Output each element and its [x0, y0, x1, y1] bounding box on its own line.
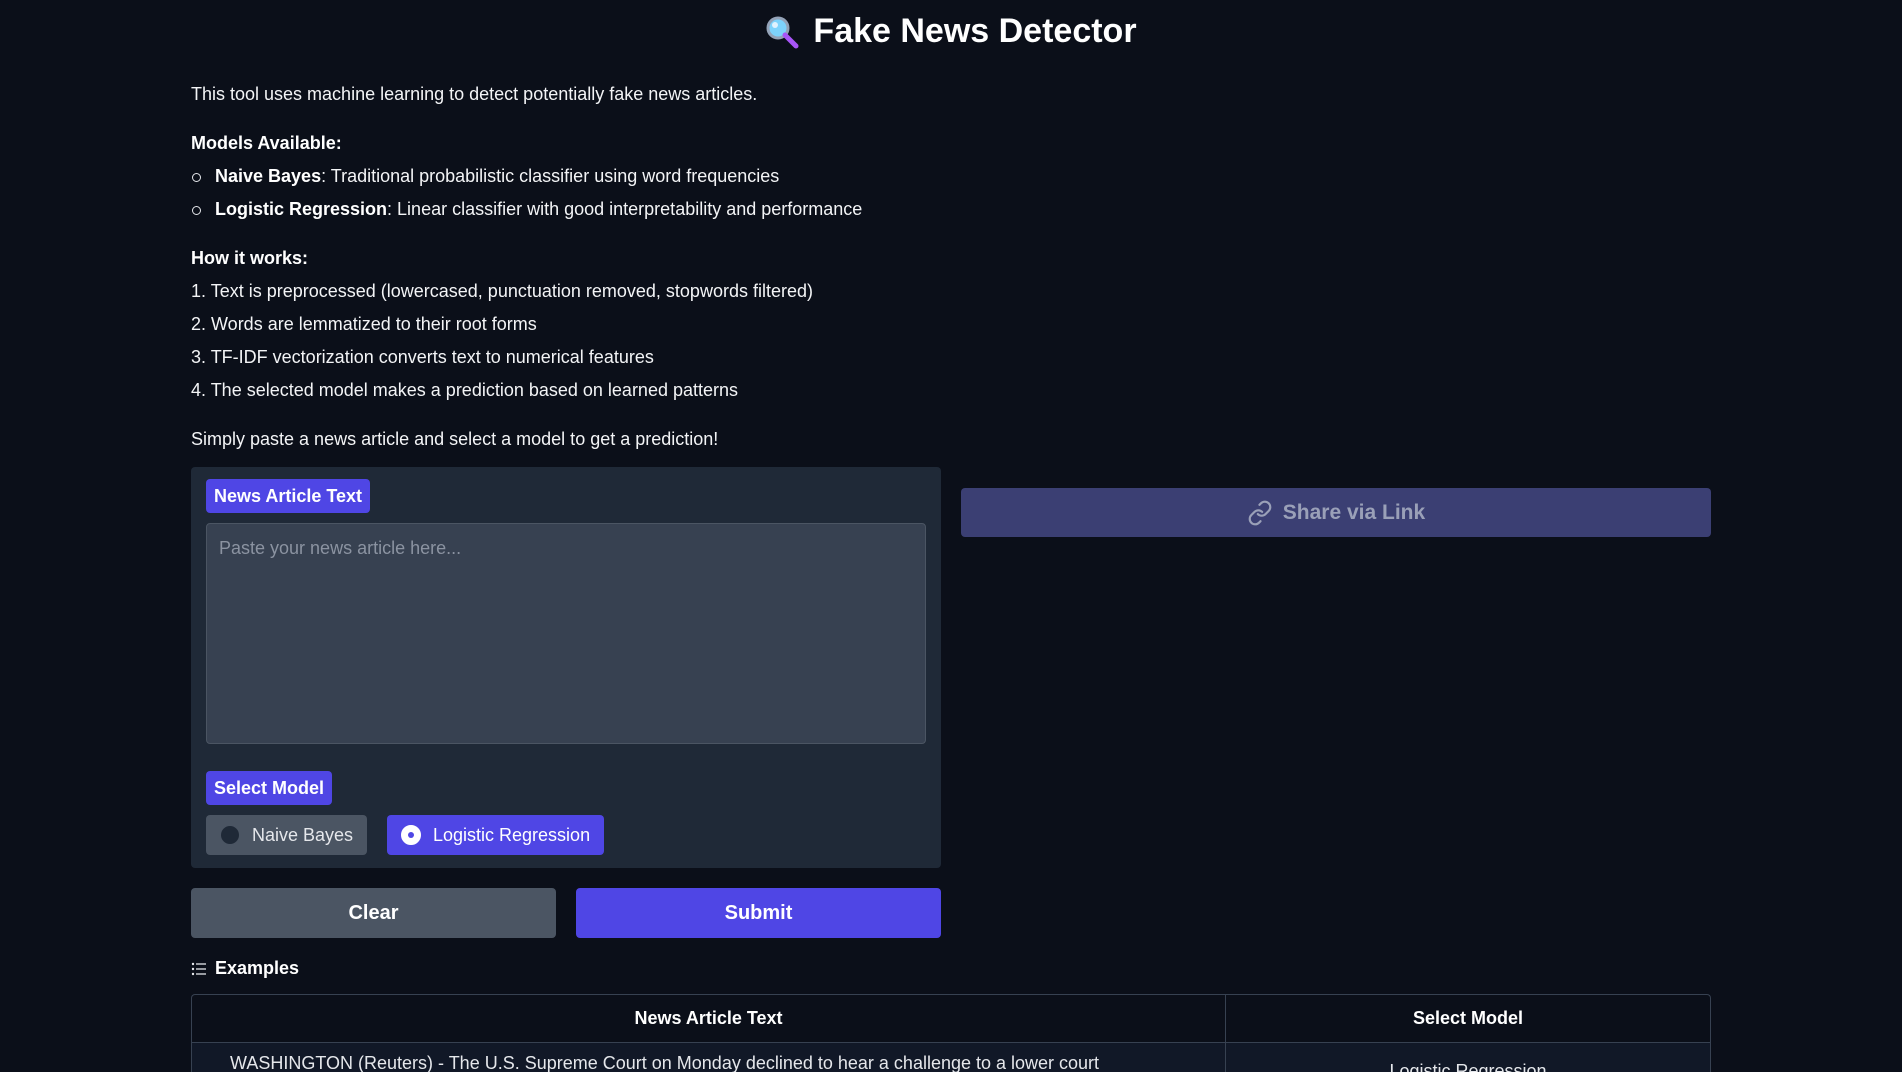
radio-dot [401, 825, 421, 845]
list-item: Logistic Regression: Linear classifier w… [191, 193, 1711, 226]
radio-label: Naive Bayes [252, 824, 354, 845]
intro-text: This tool uses machine learning to detec… [191, 84, 758, 104]
radio-logistic-regression[interactable]: Logistic Regression [387, 815, 605, 855]
radio-label: Logistic Regression [433, 824, 591, 845]
page-title: Fake News Detector [0, 12, 1902, 51]
share-button[interactable]: Share via Link [961, 488, 1711, 537]
radio-naive-bayes[interactable]: Naive Bayes [206, 815, 368, 855]
model-label: Select Model [206, 771, 333, 805]
table-row[interactable]: WASHINGTON (Reuters) - The U.S. Supreme … [192, 1043, 1710, 1072]
step-item: 2. Words are lemmatized to their root fo… [191, 314, 537, 334]
models-heading: Models Available: [191, 133, 342, 153]
examples-heading: Examples [191, 958, 299, 979]
examples-label: Examples [215, 958, 300, 978]
step-item: 1. Text is preprocessed (lowercased, pun… [191, 281, 813, 301]
step-item: 3. TF-IDF vectorization converts text to… [191, 347, 654, 367]
input-panel: News Article Text Select Model Naive Bay… [191, 467, 941, 868]
page-title-text: Fake News Detector [813, 12, 1137, 50]
list-icon [191, 962, 206, 975]
submit-button[interactable]: Submit [576, 888, 941, 938]
article-label: News Article Text [206, 479, 371, 513]
description: This tool uses machine learning to detec… [191, 78, 1711, 456]
article-textarea[interactable] [206, 523, 926, 744]
link-icon [1248, 500, 1272, 525]
step-item: 4. The selected model makes a prediction… [191, 380, 739, 400]
share-label: Share via Link [1282, 500, 1426, 524]
list-item: Naive Bayes: Traditional probabilistic c… [191, 160, 1711, 193]
radio-dot [220, 825, 240, 845]
how-heading: How it works: [191, 248, 309, 268]
clear-button[interactable]: Clear [191, 888, 556, 938]
column-header: Select Model [1412, 1008, 1524, 1028]
magnifying-glass-icon [766, 16, 799, 48]
models-list: Naive Bayes: Traditional probabilistic c… [191, 160, 1711, 226]
examples-table: News Article Text Select Model WASHINGTO… [191, 994, 1711, 1072]
column-header: News Article Text [192, 995, 1226, 1042]
table-header: News Article Text Select Model [192, 995, 1710, 1043]
outro-text: Simply paste a news article and select a… [191, 429, 719, 449]
table-cell: Logistic Regression [1389, 1061, 1547, 1072]
table-cell: WASHINGTON (Reuters) - The U.S. Supreme … [192, 1043, 1226, 1072]
